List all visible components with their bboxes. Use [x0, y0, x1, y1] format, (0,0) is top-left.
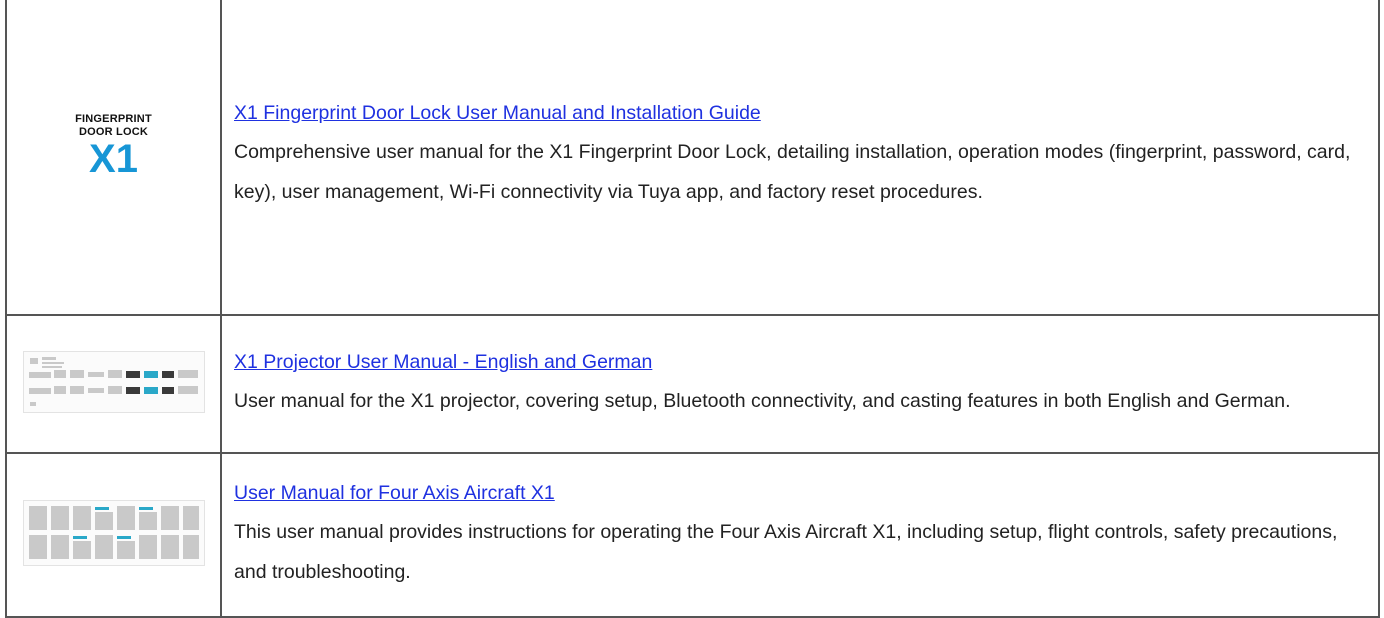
- logo-line-1: FINGERPRINT: [75, 113, 152, 125]
- thumbnail-cell: [5, 452, 222, 618]
- aircraft-manual-thumbnail[interactable]: [22, 499, 205, 566]
- result-title-link[interactable]: User Manual for Four Axis Aircraft X1: [234, 479, 555, 507]
- result-title-link[interactable]: X1 Projector User Manual - English and G…: [234, 348, 652, 376]
- result-title-link[interactable]: X1 Fingerprint Door Lock User Manual and…: [234, 99, 761, 127]
- result-row: FINGERPRINT DOOR LOCK X1 X1 Fingerprint …: [5, 0, 1380, 316]
- result-text-cell: User Manual for Four Axis Aircraft X1 Th…: [220, 452, 1380, 618]
- result-row: X1 Projector User Manual - English and G…: [5, 314, 1380, 454]
- result-description: Comprehensive user manual for the X1 Fin…: [234, 141, 1351, 203]
- result-row: User Manual for Four Axis Aircraft X1 Th…: [5, 452, 1380, 618]
- thumbnail-cell: [5, 314, 222, 454]
- thumbnail-cell: FINGERPRINT DOOR LOCK X1: [5, 0, 222, 316]
- projector-manual-thumbnail[interactable]: [22, 350, 205, 413]
- fingerprint-door-lock-thumbnail[interactable]: FINGERPRINT DOOR LOCK X1: [75, 113, 152, 179]
- result-description: User manual for the X1 projector, coveri…: [234, 390, 1291, 412]
- result-text-cell: X1 Projector User Manual - English and G…: [220, 314, 1380, 454]
- results-table: FINGERPRINT DOOR LOCK X1 X1 Fingerprint …: [5, 0, 1380, 618]
- result-text-cell: X1 Fingerprint Door Lock User Manual and…: [220, 0, 1380, 316]
- result-description: This user manual provides instructions f…: [234, 521, 1338, 583]
- logo-line-3: X1: [89, 137, 138, 181]
